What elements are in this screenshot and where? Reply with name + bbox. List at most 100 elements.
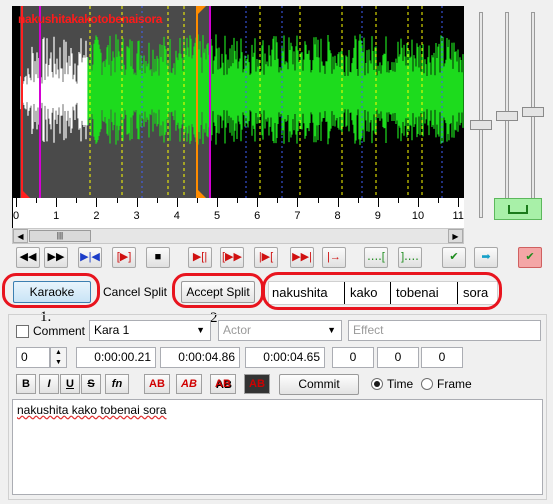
lead-out-button[interactable]: ]‥‥: [398, 247, 422, 268]
margin-vertical-field[interactable]: 0: [421, 347, 463, 368]
play-last-500-button[interactable]: |▶[: [254, 247, 278, 268]
scroll-left-arrow-icon[interactable]: ◀: [13, 229, 28, 243]
ruler-minor-tick: [357, 198, 359, 203]
commit-button[interactable]: Commit: [279, 374, 359, 395]
play-before-button[interactable]: ▶[|: [188, 247, 212, 268]
audio-waveform[interactable]: [12, 6, 464, 198]
auto-commit-button[interactable]: ✔: [518, 247, 542, 268]
time-radio[interactable]: [371, 378, 383, 390]
ruler-tick: [418, 198, 419, 207]
commit-check-button[interactable]: ✔: [442, 247, 466, 268]
outline-color-button[interactable]: AB: [210, 374, 236, 394]
waveform-horizontal-scrollbar[interactable]: ◀ ||| ▶: [12, 228, 464, 244]
bracket-icon: [508, 205, 528, 214]
ruler-tick: [217, 198, 218, 207]
timeline-ruler[interactable]: 0 1 2 3 4 5 6 7 8 9 10 11: [12, 198, 464, 228]
style-dropdown[interactable]: Kara 1 ▼: [89, 320, 211, 341]
underline-button[interactable]: U: [60, 374, 80, 394]
ruler-minor-tick: [196, 198, 198, 203]
actor-dropdown[interactable]: Actor ▼: [218, 320, 342, 341]
ruler-tick-label: 2: [93, 210, 100, 222]
ruler-tick-label: 1: [53, 210, 60, 222]
annotation-circle-syllables: [262, 272, 502, 310]
primary-color-button[interactable]: AB: [144, 374, 170, 394]
cancel-split-button[interactable]: Cancel Split: [100, 283, 170, 303]
ruler-tick-label: 0: [12, 210, 20, 222]
duration-field[interactable]: 0:00:04.65: [245, 347, 325, 368]
ruler-tick: [16, 198, 17, 207]
end-time-field[interactable]: 0:00:04.86: [160, 347, 240, 368]
ruler-tick: [176, 198, 178, 207]
strikeout-button[interactable]: S: [81, 374, 101, 394]
shadow-color-button[interactable]: AB: [244, 374, 270, 394]
play-prev-button[interactable]: ◀◀: [16, 247, 40, 268]
ruler-tick-label: 4: [173, 210, 180, 222]
play-next-button[interactable]: ▶▶: [44, 247, 68, 268]
subtitle-text: nakushita kako tobenai sora: [17, 403, 167, 417]
stop-button[interactable]: ■: [146, 247, 170, 268]
vertical-zoom-slider-thumb[interactable]: [496, 111, 518, 121]
style-value: Kara 1: [94, 323, 130, 337]
link-sliders-toggle[interactable]: [494, 198, 542, 220]
layer-field[interactable]: 0: [16, 347, 50, 368]
comment-checkbox[interactable]: [16, 325, 29, 338]
ruler-tick: [96, 198, 98, 207]
play-first-500-button[interactable]: [▶▶: [220, 247, 244, 268]
ruler-minor-tick: [76, 198, 78, 203]
scroll-right-arrow-icon[interactable]: ▶: [448, 229, 463, 243]
ruler-tick-label: 6: [254, 210, 261, 222]
zoom-slider-track[interactable]: [479, 12, 483, 218]
ruler-minor-tick: [156, 198, 158, 203]
ruler-tick: [136, 198, 138, 207]
subtitle-text-editor[interactable]: nakushita kako tobenai sora: [12, 399, 543, 495]
play-after-button[interactable]: ▶▶|: [290, 247, 314, 268]
audio-zoom-volume-sliders: [466, 8, 546, 230]
ruler-minor-tick: [317, 198, 319, 203]
zoom-slider-thumb[interactable]: [470, 120, 492, 130]
scroll-thumb[interactable]: |||: [29, 230, 91, 242]
ruler-minor-tick: [277, 198, 279, 203]
play-original-button[interactable]: [▶]: [112, 247, 136, 268]
start-time-field[interactable]: 0:00:00.21: [76, 347, 156, 368]
waveform-graphic: [20, 6, 464, 198]
layer-spinner[interactable]: ▲ ▼: [50, 347, 67, 368]
ruler-tick: [337, 198, 339, 207]
chevron-down-icon: ▼: [196, 325, 205, 335]
font-button[interactable]: fn: [105, 374, 129, 394]
ruler-tick-label: 9: [374, 210, 381, 222]
frame-radio-label: Frame: [437, 377, 472, 391]
ruler-tick: [377, 198, 379, 207]
effect-field[interactable]: Effect: [348, 320, 541, 341]
annotation-circle-accept-split: [172, 273, 264, 308]
ruler-tick: [297, 198, 299, 207]
ruler-minor-tick: [36, 198, 38, 203]
ruler-tick-label: 8: [334, 210, 341, 222]
ruler-tick: [458, 198, 460, 207]
play-selection-button[interactable]: ▶|◀: [78, 247, 102, 268]
margin-left-field[interactable]: 0: [332, 347, 374, 368]
ruler-tick-label: 7: [294, 210, 301, 222]
ruler-tick: [257, 198, 259, 207]
time-radio-label: Time: [387, 377, 414, 391]
ruler-minor-tick: [237, 198, 239, 203]
play-to-end-button[interactable]: |→: [322, 247, 346, 268]
radio-dot-icon: [374, 381, 380, 387]
frame-radio[interactable]: [421, 378, 433, 390]
chevron-down-icon: ▼: [327, 325, 336, 335]
ruler-minor-tick: [438, 198, 440, 203]
volume-slider-thumb[interactable]: [522, 107, 544, 117]
ruler-tick-label: 10: [411, 210, 425, 222]
margin-right-field[interactable]: 0: [377, 347, 419, 368]
next-line-button[interactable]: ➡: [474, 247, 498, 268]
waveform-karaoke-overlay-label: nakushitakakotobenaisora: [18, 12, 163, 26]
ruler-tick: [56, 198, 58, 207]
annotation-circle-karaoke: [2, 273, 100, 308]
italic-button[interactable]: I: [39, 374, 59, 394]
actor-placeholder: Actor: [223, 323, 252, 337]
ruler-tick-label: 3: [133, 210, 140, 222]
lead-in-button[interactable]: ‥‥[: [364, 247, 388, 268]
comment-label: Comment: [33, 324, 86, 338]
ruler-minor-tick: [116, 198, 118, 203]
secondary-color-button[interactable]: AB: [176, 374, 202, 394]
bold-button[interactable]: B: [16, 374, 36, 394]
